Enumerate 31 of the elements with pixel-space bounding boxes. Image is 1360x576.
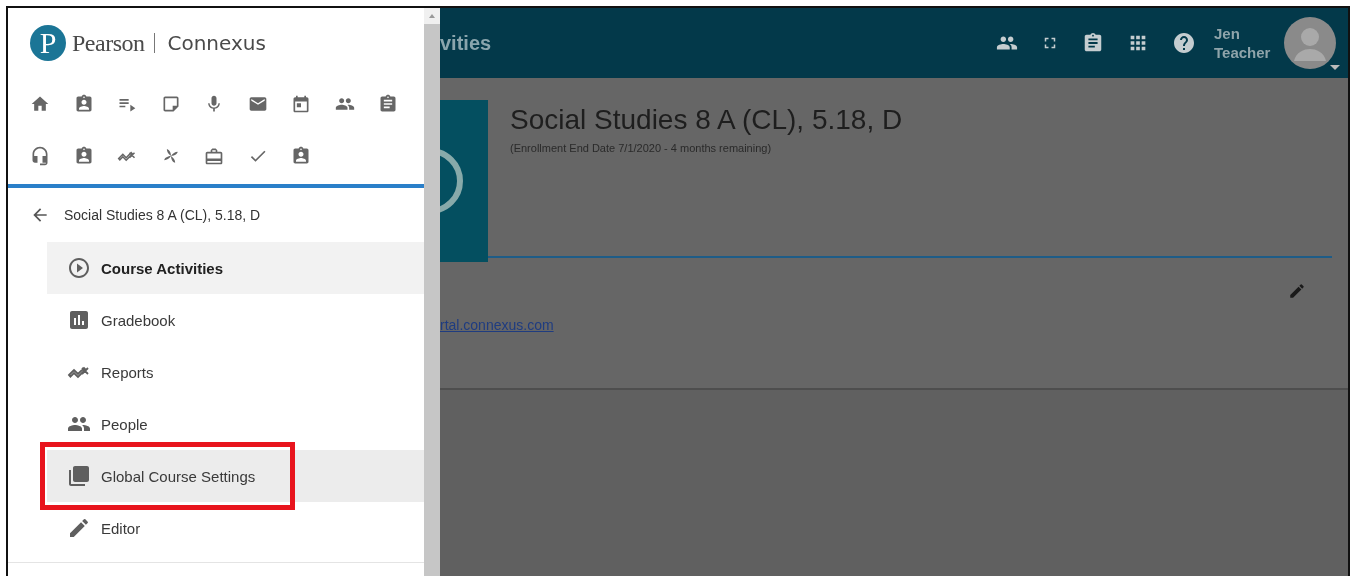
menu-item[interactable]: Editor xyxy=(47,502,424,554)
course-heading: Social Studies 8 A (CL), 5.18, D xyxy=(510,104,903,136)
product-name: Connexus xyxy=(167,31,266,55)
mail-icon[interactable] xyxy=(247,94,268,114)
help-icon[interactable] xyxy=(1172,31,1196,55)
briefcase-icon[interactable] xyxy=(204,146,224,166)
menu-item[interactable]: People xyxy=(47,398,424,450)
caret-icon[interactable] xyxy=(1330,65,1340,70)
books-icon xyxy=(67,464,91,488)
avatar[interactable] xyxy=(1284,17,1336,69)
pencil-icon xyxy=(67,516,91,540)
play-icon xyxy=(67,256,91,280)
menu-item[interactable]: Global Course Settings xyxy=(47,450,424,502)
chart-icon xyxy=(67,308,91,332)
logo-mark: P xyxy=(30,25,66,61)
home-icon[interactable] xyxy=(30,94,50,114)
menu-item[interactable]: Reports xyxy=(47,346,424,398)
course-title: Social Studies 8 A (CL), 5.18, D xyxy=(64,207,261,223)
menu-item[interactable]: Course Activities xyxy=(47,242,424,294)
menu-item[interactable]: Gradebook xyxy=(47,294,424,346)
enrollment-text: (Enrollment End Date 7/1/2020 - 4 months remaining) xyxy=(510,142,773,154)
pencil-icon[interactable] xyxy=(1288,282,1306,300)
page-title: vities xyxy=(440,31,493,55)
calendar-icon[interactable] xyxy=(291,94,311,114)
clipboard-icon[interactable] xyxy=(1082,32,1104,54)
badge-icon[interactable] xyxy=(291,146,311,166)
headset-icon[interactable] xyxy=(30,146,50,166)
clipboard-icon[interactable] xyxy=(378,94,398,114)
brand-name: Pearson xyxy=(72,29,145,57)
scrollbar[interactable] xyxy=(424,8,440,576)
user-name[interactable]: Jen Teacher xyxy=(1214,24,1284,62)
